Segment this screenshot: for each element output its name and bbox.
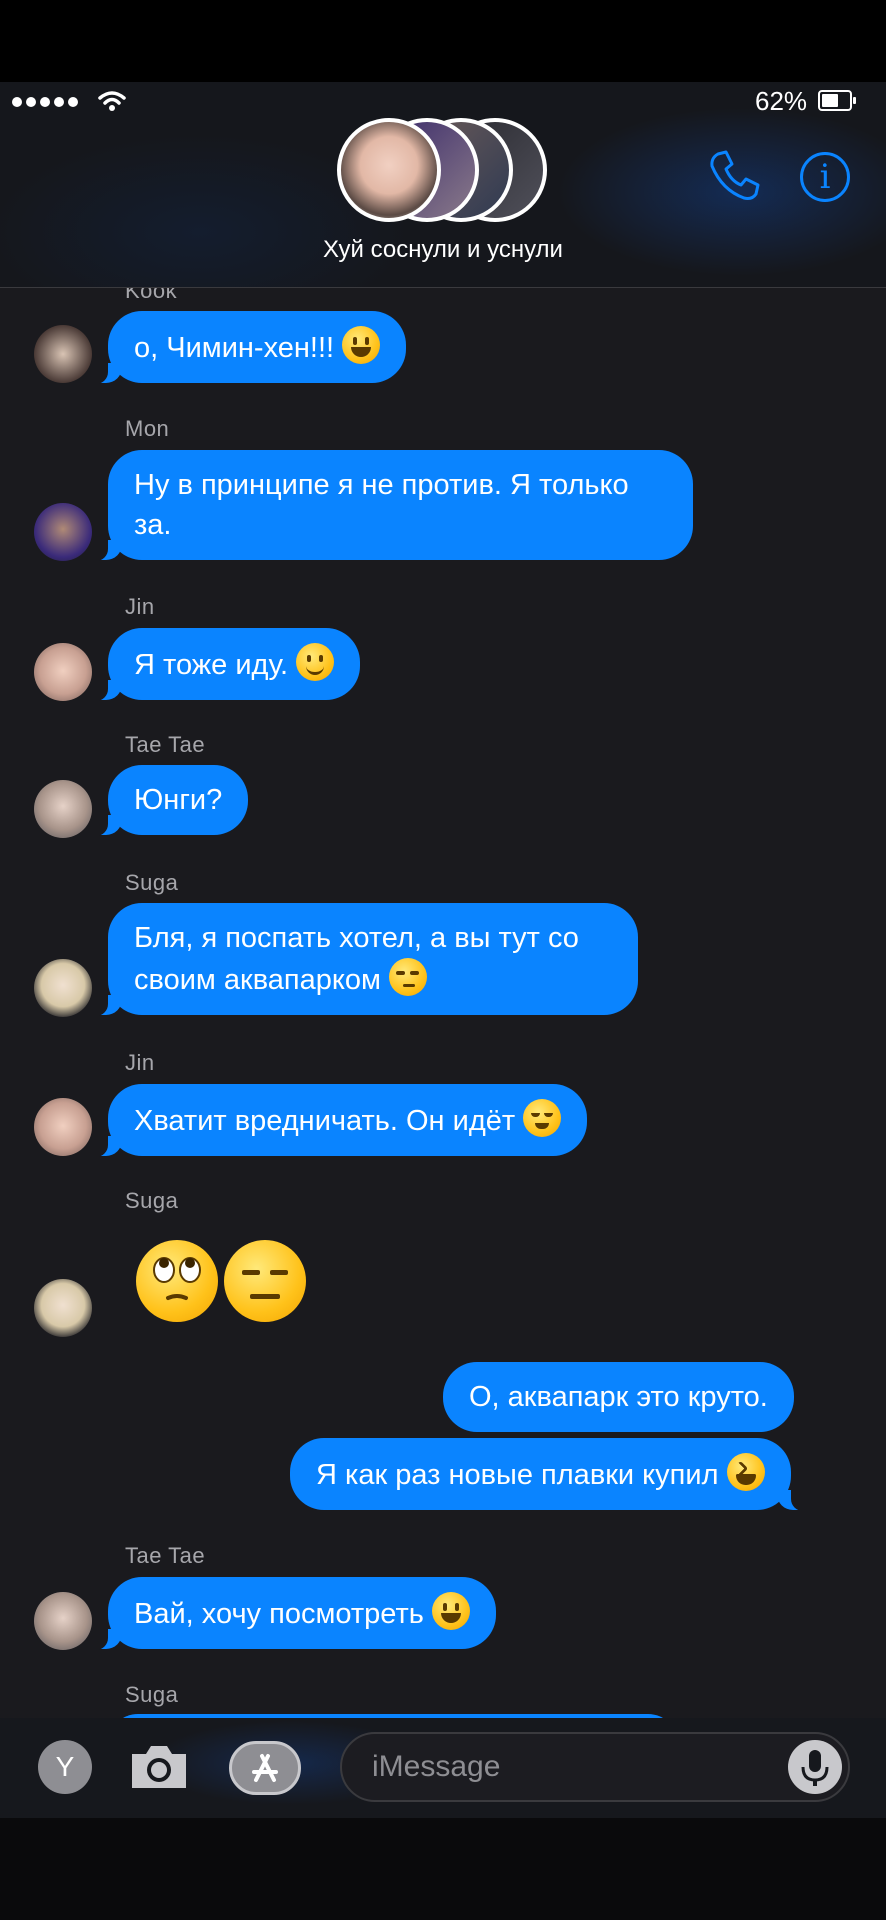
relieved-face-emoji-icon xyxy=(523,1099,562,1137)
message-bubble[interactable]: Вай, хочу посмотреть xyxy=(94,1577,496,1650)
sender-name: Jin xyxy=(125,1050,155,1075)
avatar[interactable] xyxy=(34,643,92,701)
message-bubble[interactable]: Бля, я поспать хотел, а вы тут со своим … xyxy=(94,903,638,1016)
avatar[interactable] xyxy=(34,780,92,838)
message-bubble-outgoing[interactable]: О, аквапарк это круто. xyxy=(443,1362,794,1432)
group-avatar-stack[interactable] xyxy=(335,118,555,222)
sender-name: Mon xyxy=(125,416,170,441)
avatar[interactable] xyxy=(34,1592,92,1650)
message-bubble[interactable]: Юнги? xyxy=(93,765,249,836)
message-input-placeholder: iMessage xyxy=(372,1750,501,1783)
battery-fill xyxy=(822,94,838,107)
message-bubble-outgoing[interactable]: Я как раз новые плавки купил xyxy=(290,1438,805,1511)
rolling-eyes-face-icon xyxy=(153,1257,201,1300)
message-text: Я как раз новые плавки купил xyxy=(316,1459,719,1491)
grinning-face-emoji-icon xyxy=(342,326,381,364)
battery-percentage: 62% xyxy=(755,86,808,116)
phone-icon[interactable] xyxy=(708,148,762,202)
bottom-area xyxy=(0,1818,886,1920)
sender-name: Tae Tae xyxy=(125,732,206,757)
message-text: Вай, хочу посмотреть xyxy=(134,1598,424,1630)
message-bubble[interactable]: Я тоже иду. xyxy=(93,628,361,701)
app-store-button[interactable] xyxy=(229,1741,301,1795)
app-store-icon xyxy=(252,1754,278,1782)
message-text: О, аквапарк это круто. xyxy=(469,1381,768,1413)
avatar[interactable] xyxy=(34,959,92,1017)
face-with-rolling-eyes-emoji-icon[interactable] xyxy=(136,1240,218,1322)
message-bubble[interactable]: Хватит вредничать. Он идёт xyxy=(93,1084,588,1157)
microphone-button[interactable] xyxy=(788,1740,842,1794)
message-text: о, Чимин-хен!!! xyxy=(134,332,335,364)
microphone-icon xyxy=(801,1750,829,1786)
profile-y-button[interactable]: Y xyxy=(38,1740,92,1794)
expressionless-face-icon xyxy=(242,1270,288,1299)
message-text: Хватит вредничать. Он идёт xyxy=(134,1105,516,1137)
avatar[interactable] xyxy=(34,1098,92,1156)
slightly-smiling-face-emoji-icon xyxy=(296,643,335,681)
expressionless-face-emoji-icon[interactable] xyxy=(224,1240,306,1322)
battery-icon xyxy=(818,90,856,111)
message-text-line: Ну в принципе я не против. Я только xyxy=(134,469,629,501)
sender-name: Jin xyxy=(125,594,155,619)
sender-name: Suga xyxy=(125,870,179,895)
avatar[interactable] xyxy=(34,503,92,561)
top-black-bar xyxy=(0,0,886,82)
grinning-face-emoji-icon xyxy=(431,1592,470,1630)
message-bubble[interactable]: о, Чимин-хен!!! xyxy=(93,311,407,384)
message-text-line: за. xyxy=(134,509,172,541)
camera-icon[interactable] xyxy=(128,1742,190,1792)
message-bubble[interactable]: Ну в принципе я не против. Я только за. xyxy=(94,450,693,561)
sender-name: Suga xyxy=(125,1188,179,1213)
info-icon[interactable]: i xyxy=(800,152,850,202)
message-text-line: Бля, я поспать хотел, а вы тут со xyxy=(134,922,579,954)
message-text: Я тоже иду. xyxy=(134,649,289,681)
message-text-line: своим аквапарком xyxy=(134,964,381,996)
cellular-signal-icon xyxy=(12,97,78,107)
avatar[interactable] xyxy=(34,325,92,383)
sender-name: Tae Tae xyxy=(125,1543,206,1568)
message-list[interactable]: Kook о, Чимин-хен!!! Mon Ну в принципе я… xyxy=(0,288,886,1718)
message-text: Юнги? xyxy=(134,784,223,816)
group-avatar xyxy=(337,118,441,222)
wifi-icon xyxy=(98,91,126,111)
group-name[interactable]: Хуй соснули и уснули xyxy=(0,236,886,264)
unamused-face-emoji-icon xyxy=(389,958,428,996)
sender-name: Kook xyxy=(125,288,178,303)
sender-name: Suga xyxy=(125,1682,179,1707)
grinning-squinting-face-emoji-icon xyxy=(726,1453,765,1491)
avatar[interactable] xyxy=(34,1279,92,1337)
